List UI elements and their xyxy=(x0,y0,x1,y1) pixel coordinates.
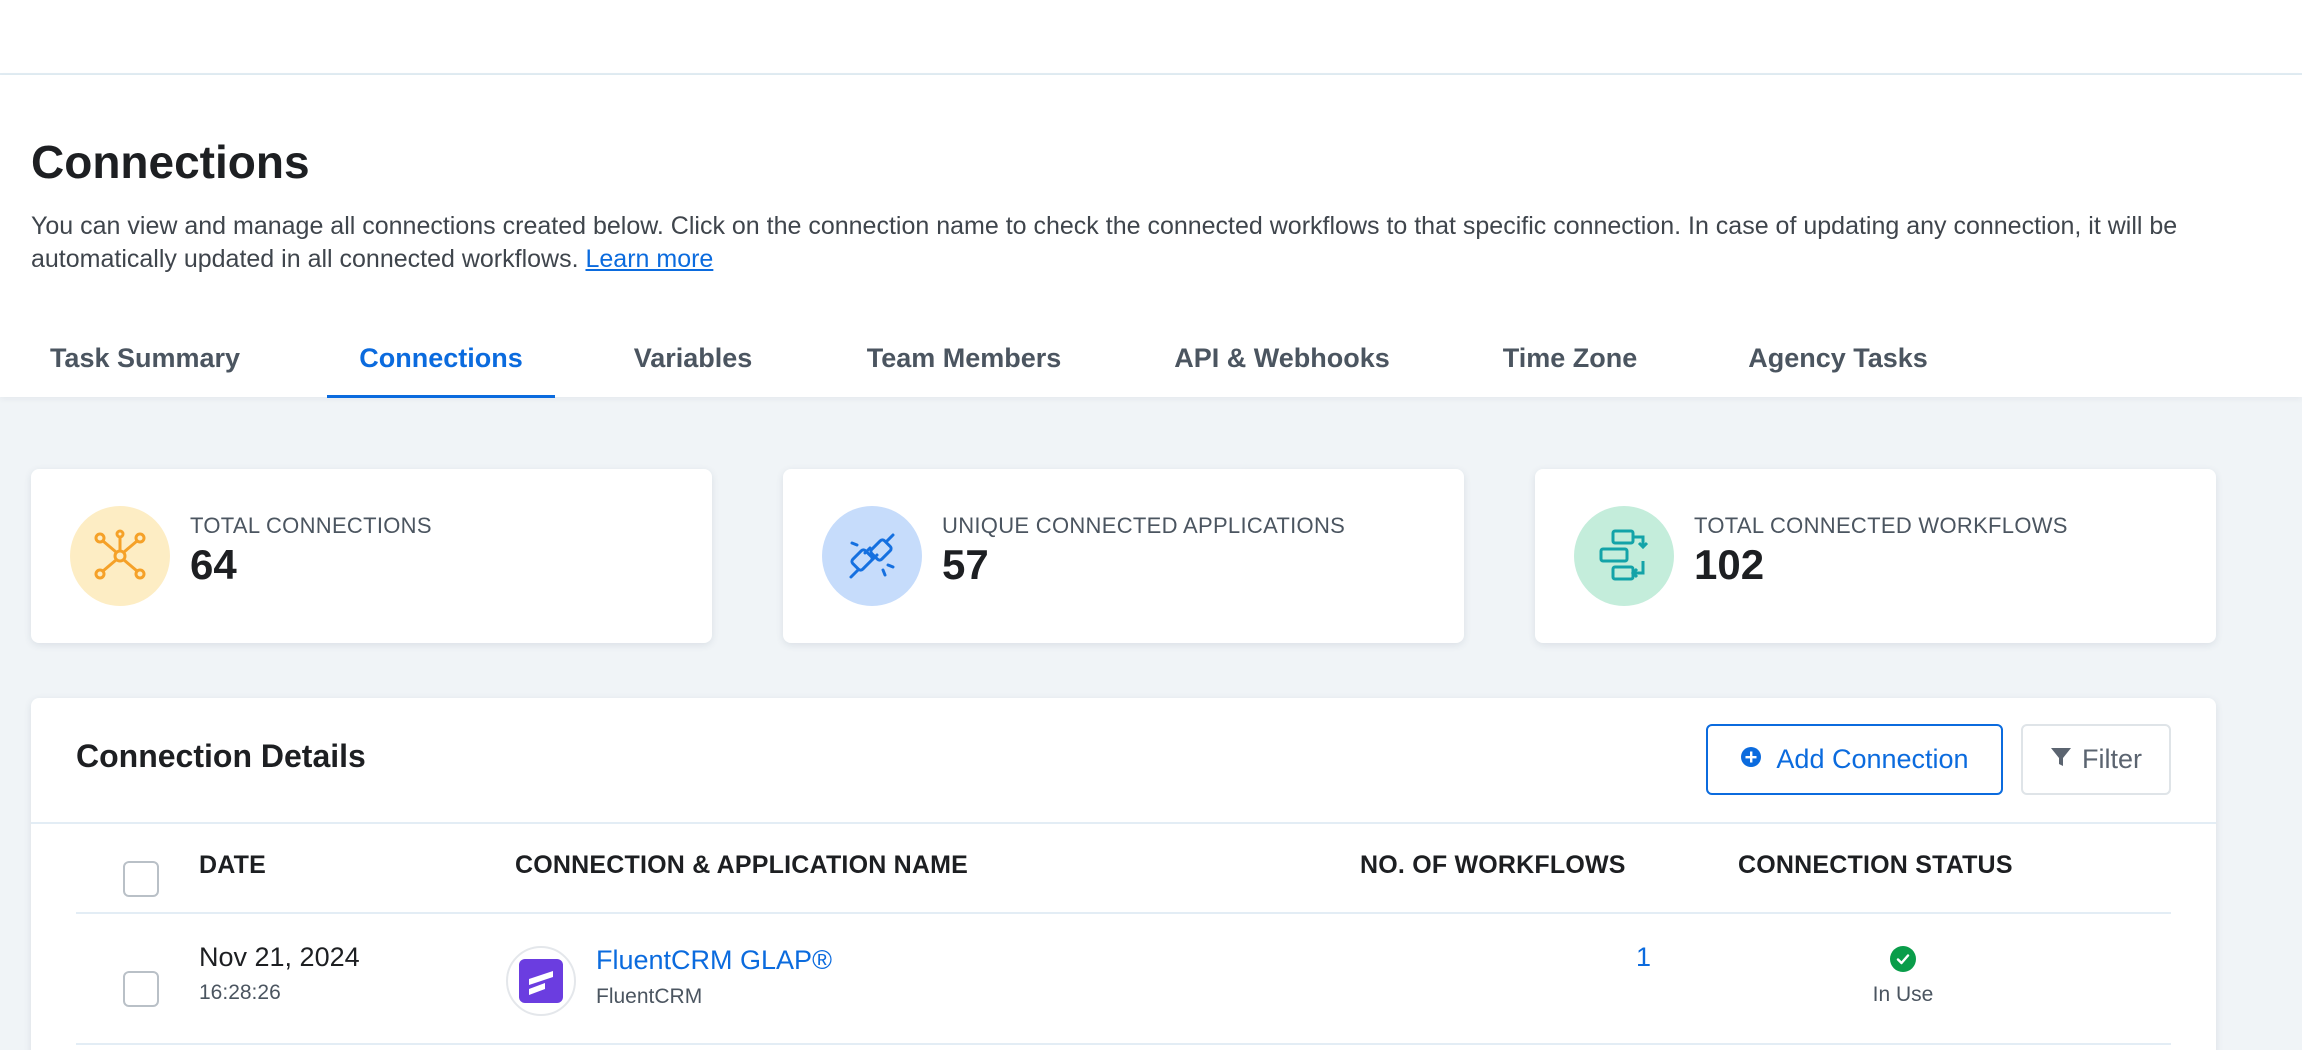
filter-label: Filter xyxy=(2082,744,2142,774)
tab-task-summary[interactable]: Task Summary xyxy=(34,320,256,397)
plus-circle-icon xyxy=(1740,744,1762,775)
page-description-text: You can view and manage all connections … xyxy=(31,212,2178,273)
stat-card-total-connections: TOTAL CONNECTIONS 64 xyxy=(31,469,712,643)
tab-team-members[interactable]: Team Members xyxy=(855,320,1073,397)
top-bar xyxy=(0,0,2302,75)
stat-label: TOTAL CONNECTIONS xyxy=(190,513,432,538)
stat-value: 64 xyxy=(190,541,237,588)
settings-tabs: Task Summary Connections Variables Team … xyxy=(0,320,2302,398)
stat-label: TOTAL CONNECTED WORKFLOWS xyxy=(1694,513,2068,538)
column-header-workflows: NO. OF WORKFLOWS xyxy=(1360,851,1626,879)
workflow-icon xyxy=(1574,506,1674,606)
tab-agency-tasks[interactable]: Agency Tasks xyxy=(1742,320,1934,397)
filter-icon xyxy=(2050,744,2072,775)
row-date: Nov 21, 2024 xyxy=(199,942,360,972)
row-checkbox[interactable] xyxy=(123,971,159,1007)
tab-variables[interactable]: Variables xyxy=(622,320,764,397)
network-icon xyxy=(70,506,170,606)
tab-connections[interactable]: Connections xyxy=(327,320,555,398)
details-title: Connection Details xyxy=(76,738,366,774)
stat-value: 57 xyxy=(942,541,989,588)
workflow-count-link[interactable]: 1 xyxy=(1591,942,1651,973)
check-circle-icon xyxy=(1890,946,1916,972)
tab-api-webhooks[interactable]: API & Webhooks xyxy=(1165,320,1399,397)
row-divider xyxy=(76,1043,2171,1045)
connection-details-panel: Connection Details Add Connection Filter… xyxy=(31,698,2216,1050)
tab-time-zone[interactable]: Time Zone xyxy=(1490,320,1650,397)
application-name: FluentCRM xyxy=(596,985,703,1008)
page-description: You can view and manage all connections … xyxy=(31,210,2261,276)
plug-icon xyxy=(822,506,922,606)
stat-card-total-workflows: TOTAL CONNECTED WORKFLOWS 102 xyxy=(1535,469,2216,643)
column-header-name: CONNECTION & APPLICATION NAME xyxy=(515,851,969,879)
add-connection-button[interactable]: Add Connection xyxy=(1706,724,2003,795)
row-time: 16:28:26 xyxy=(199,981,281,1004)
column-header-date: DATE xyxy=(199,851,266,879)
stat-value: 102 xyxy=(1694,541,1765,588)
add-connection-label: Add Connection xyxy=(1776,744,1969,774)
connection-name-link[interactable]: FluentCRM GLAP® xyxy=(596,945,832,976)
page-header: Connections You can view and manage all … xyxy=(0,75,2302,398)
select-all-checkbox[interactable] xyxy=(123,861,159,897)
fluentcrm-logo-icon xyxy=(506,946,576,1016)
column-header-status: CONNECTION STATUS xyxy=(1738,851,2013,879)
page-title: Connections xyxy=(31,136,310,188)
stat-card-unique-apps: UNIQUE CONNECTED APPLICATIONS 57 xyxy=(783,469,1464,643)
status-text: In Use xyxy=(1872,983,1934,1006)
learn-more-link[interactable]: Learn more xyxy=(585,245,713,273)
filter-button[interactable]: Filter xyxy=(2021,724,2171,795)
row-divider xyxy=(76,912,2171,914)
stat-label: UNIQUE CONNECTED APPLICATIONS xyxy=(942,513,1346,538)
divider xyxy=(31,822,2216,824)
